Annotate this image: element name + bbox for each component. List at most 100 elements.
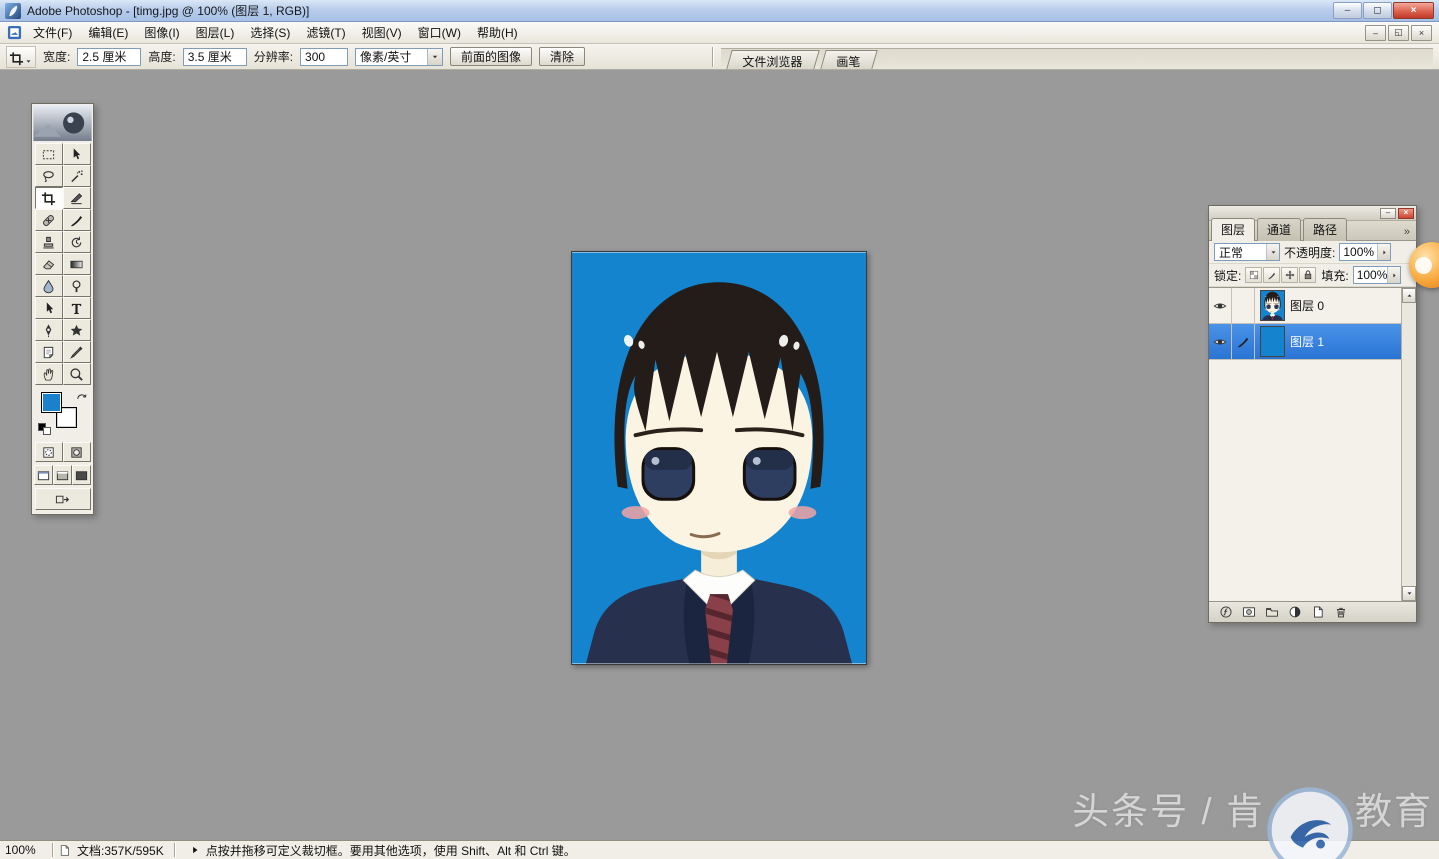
standard-mode-button[interactable] xyxy=(35,442,63,462)
zoom-level-field[interactable]: 100% xyxy=(0,841,48,859)
layer-visibility-toggle[interactable] xyxy=(1209,324,1232,359)
palette-well: 文件浏览器画笔 xyxy=(721,48,1433,69)
opacity-slider-arrow-icon[interactable] xyxy=(1377,244,1390,260)
layers-list: 图层 0 图层 1 xyxy=(1209,287,1416,601)
standard-screen-mode-button[interactable] xyxy=(34,465,53,485)
photo-image[interactable] xyxy=(572,252,866,664)
document-size-info[interactable]: 文档:357K/595K xyxy=(71,842,170,859)
document-canvas[interactable] xyxy=(571,251,867,665)
menu-item-help[interactable]: 帮助(H) xyxy=(469,21,526,44)
switch-colors-button[interactable] xyxy=(74,389,89,404)
opacity-field[interactable]: 100% xyxy=(1339,243,1391,261)
palette-tab-paths[interactable]: 路径 xyxy=(1303,218,1347,241)
resolution-input[interactable]: 300 xyxy=(300,48,348,66)
tool-brush-button[interactable] xyxy=(63,209,91,231)
palette-well-tab-brushes[interactable]: 画笔 xyxy=(820,50,877,69)
menu-item-file[interactable]: 文件(F) xyxy=(25,21,80,44)
tool-gradient-button[interactable] xyxy=(63,253,91,275)
toolbox-palette xyxy=(31,103,94,515)
layer-visibility-toggle[interactable] xyxy=(1209,288,1232,323)
tool-path-selection-button[interactable] xyxy=(35,297,63,319)
resolution-unit-select[interactable]: 像素/英寸 xyxy=(355,48,443,66)
clear-button[interactable]: 清除 xyxy=(539,47,585,66)
scroll-down-button[interactable] xyxy=(1402,586,1416,601)
height-input[interactable]: 3.5 厘米 xyxy=(183,48,247,66)
layers-scrollbar[interactable] xyxy=(1401,288,1416,601)
front-image-button[interactable]: 前面的图像 xyxy=(450,47,532,66)
add-layer-mask-button[interactable] xyxy=(1241,604,1257,620)
width-input[interactable]: 2.5 厘米 xyxy=(77,48,141,66)
menu-item-image[interactable]: 图像(I) xyxy=(136,21,187,44)
delete-layer-button[interactable] xyxy=(1333,604,1349,620)
document-close-button[interactable]: × xyxy=(1411,25,1432,41)
new-layer-set-icon xyxy=(1265,605,1279,619)
window-close-button[interactable]: × xyxy=(1393,2,1434,19)
tool-preset-picker[interactable] xyxy=(6,46,36,68)
palette-tab-layers[interactable]: 图层 xyxy=(1211,218,1255,241)
scroll-track[interactable] xyxy=(1402,303,1416,586)
tool-blur-button[interactable] xyxy=(35,275,63,297)
palette-minimize-button[interactable]: – xyxy=(1380,208,1396,219)
document-minimize-button[interactable]: – xyxy=(1365,25,1386,41)
fill-slider-arrow-icon[interactable] xyxy=(1387,267,1399,283)
tool-lasso-button[interactable] xyxy=(35,165,63,187)
tool-type-button[interactable] xyxy=(63,297,91,319)
tool-dodge-button[interactable] xyxy=(63,275,91,297)
tool-hand-button[interactable] xyxy=(35,363,63,385)
lock-paint-toggle[interactable] xyxy=(1263,267,1280,283)
lock-all-toggle[interactable] xyxy=(1299,267,1316,283)
layer-row-0[interactable]: 图层 0 xyxy=(1209,288,1401,324)
jump-to-imageready-button[interactable] xyxy=(35,488,91,510)
tool-custom-shape-button[interactable] xyxy=(63,319,91,341)
tool-pen-button[interactable] xyxy=(35,319,63,341)
fullscreen-mode-button[interactable] xyxy=(72,465,91,485)
tool-rectangular-marquee-button[interactable] xyxy=(35,143,63,165)
menu-item-select[interactable]: 选择(S) xyxy=(242,21,298,44)
tool-notes-button[interactable] xyxy=(35,341,63,363)
layer-name[interactable]: 图层 0 xyxy=(1290,297,1324,314)
tool-healing-brush-button[interactable] xyxy=(35,209,63,231)
window-titlebar[interactable]: Adobe Photoshop - [timg.jpg @ 100% (图层 1… xyxy=(0,0,1439,22)
menu-item-window[interactable]: 窗口(W) xyxy=(410,21,469,44)
foreground-color-swatch[interactable] xyxy=(41,392,62,413)
document-restore-button[interactable]: ◱ xyxy=(1388,25,1409,41)
tool-history-brush-button[interactable] xyxy=(63,231,91,253)
scroll-up-button[interactable] xyxy=(1402,288,1416,303)
palette-close-button[interactable]: × xyxy=(1398,208,1414,219)
tool-move-button[interactable] xyxy=(63,143,91,165)
menu-item-edit[interactable]: 编辑(E) xyxy=(80,21,136,44)
window-maximize-button[interactable]: ◻ xyxy=(1363,2,1392,19)
new-layer-set-button[interactable] xyxy=(1264,604,1280,620)
menu-item-layer[interactable]: 图层(L) xyxy=(188,21,243,44)
tool-slice-button[interactable] xyxy=(63,187,91,209)
lock-move-toggle[interactable] xyxy=(1281,267,1298,283)
quick-mask-mode-button[interactable] xyxy=(63,442,91,462)
layer-name[interactable]: 图层 1 xyxy=(1290,333,1324,350)
tool-eyedropper-button[interactable] xyxy=(63,341,91,363)
palette-well-tab-file-browser[interactable]: 文件浏览器 xyxy=(726,50,819,69)
window-minimize-button[interactable]: – xyxy=(1333,2,1362,19)
tool-crop-button[interactable] xyxy=(35,187,63,209)
lock-transparency-toggle[interactable] xyxy=(1245,267,1262,283)
menu-item-filter[interactable]: 滤镜(T) xyxy=(298,21,353,44)
new-adjustment-layer-button[interactable] xyxy=(1287,604,1303,620)
toolbox-banner[interactable] xyxy=(33,105,92,141)
fullscreen-with-menubar-button[interactable] xyxy=(53,465,72,485)
layer-row-1[interactable]: 图层 1 xyxy=(1209,324,1401,360)
blend-mode-select[interactable]: 正常 xyxy=(1214,243,1280,261)
add-layer-mask-icon xyxy=(1242,605,1256,619)
layer-thumbnail[interactable] xyxy=(1260,326,1285,357)
tool-clone-stamp-button[interactable] xyxy=(35,231,63,253)
tool-eraser-button[interactable] xyxy=(35,253,63,275)
statusbar-separator xyxy=(52,843,54,857)
tool-magic-wand-button[interactable] xyxy=(63,165,91,187)
new-layer-button[interactable] xyxy=(1310,604,1326,620)
default-colors-button[interactable] xyxy=(38,423,52,435)
palette-menu-arrow[interactable]: » xyxy=(1400,226,1414,240)
palette-tab-channels[interactable]: 通道 xyxy=(1257,218,1301,241)
menu-item-view[interactable]: 视图(V) xyxy=(354,21,410,44)
tool-zoom-button[interactable] xyxy=(63,363,91,385)
layer-thumbnail[interactable] xyxy=(1260,290,1285,321)
layer-effects-button[interactable] xyxy=(1218,604,1234,620)
fill-field[interactable]: 100% xyxy=(1353,266,1401,284)
